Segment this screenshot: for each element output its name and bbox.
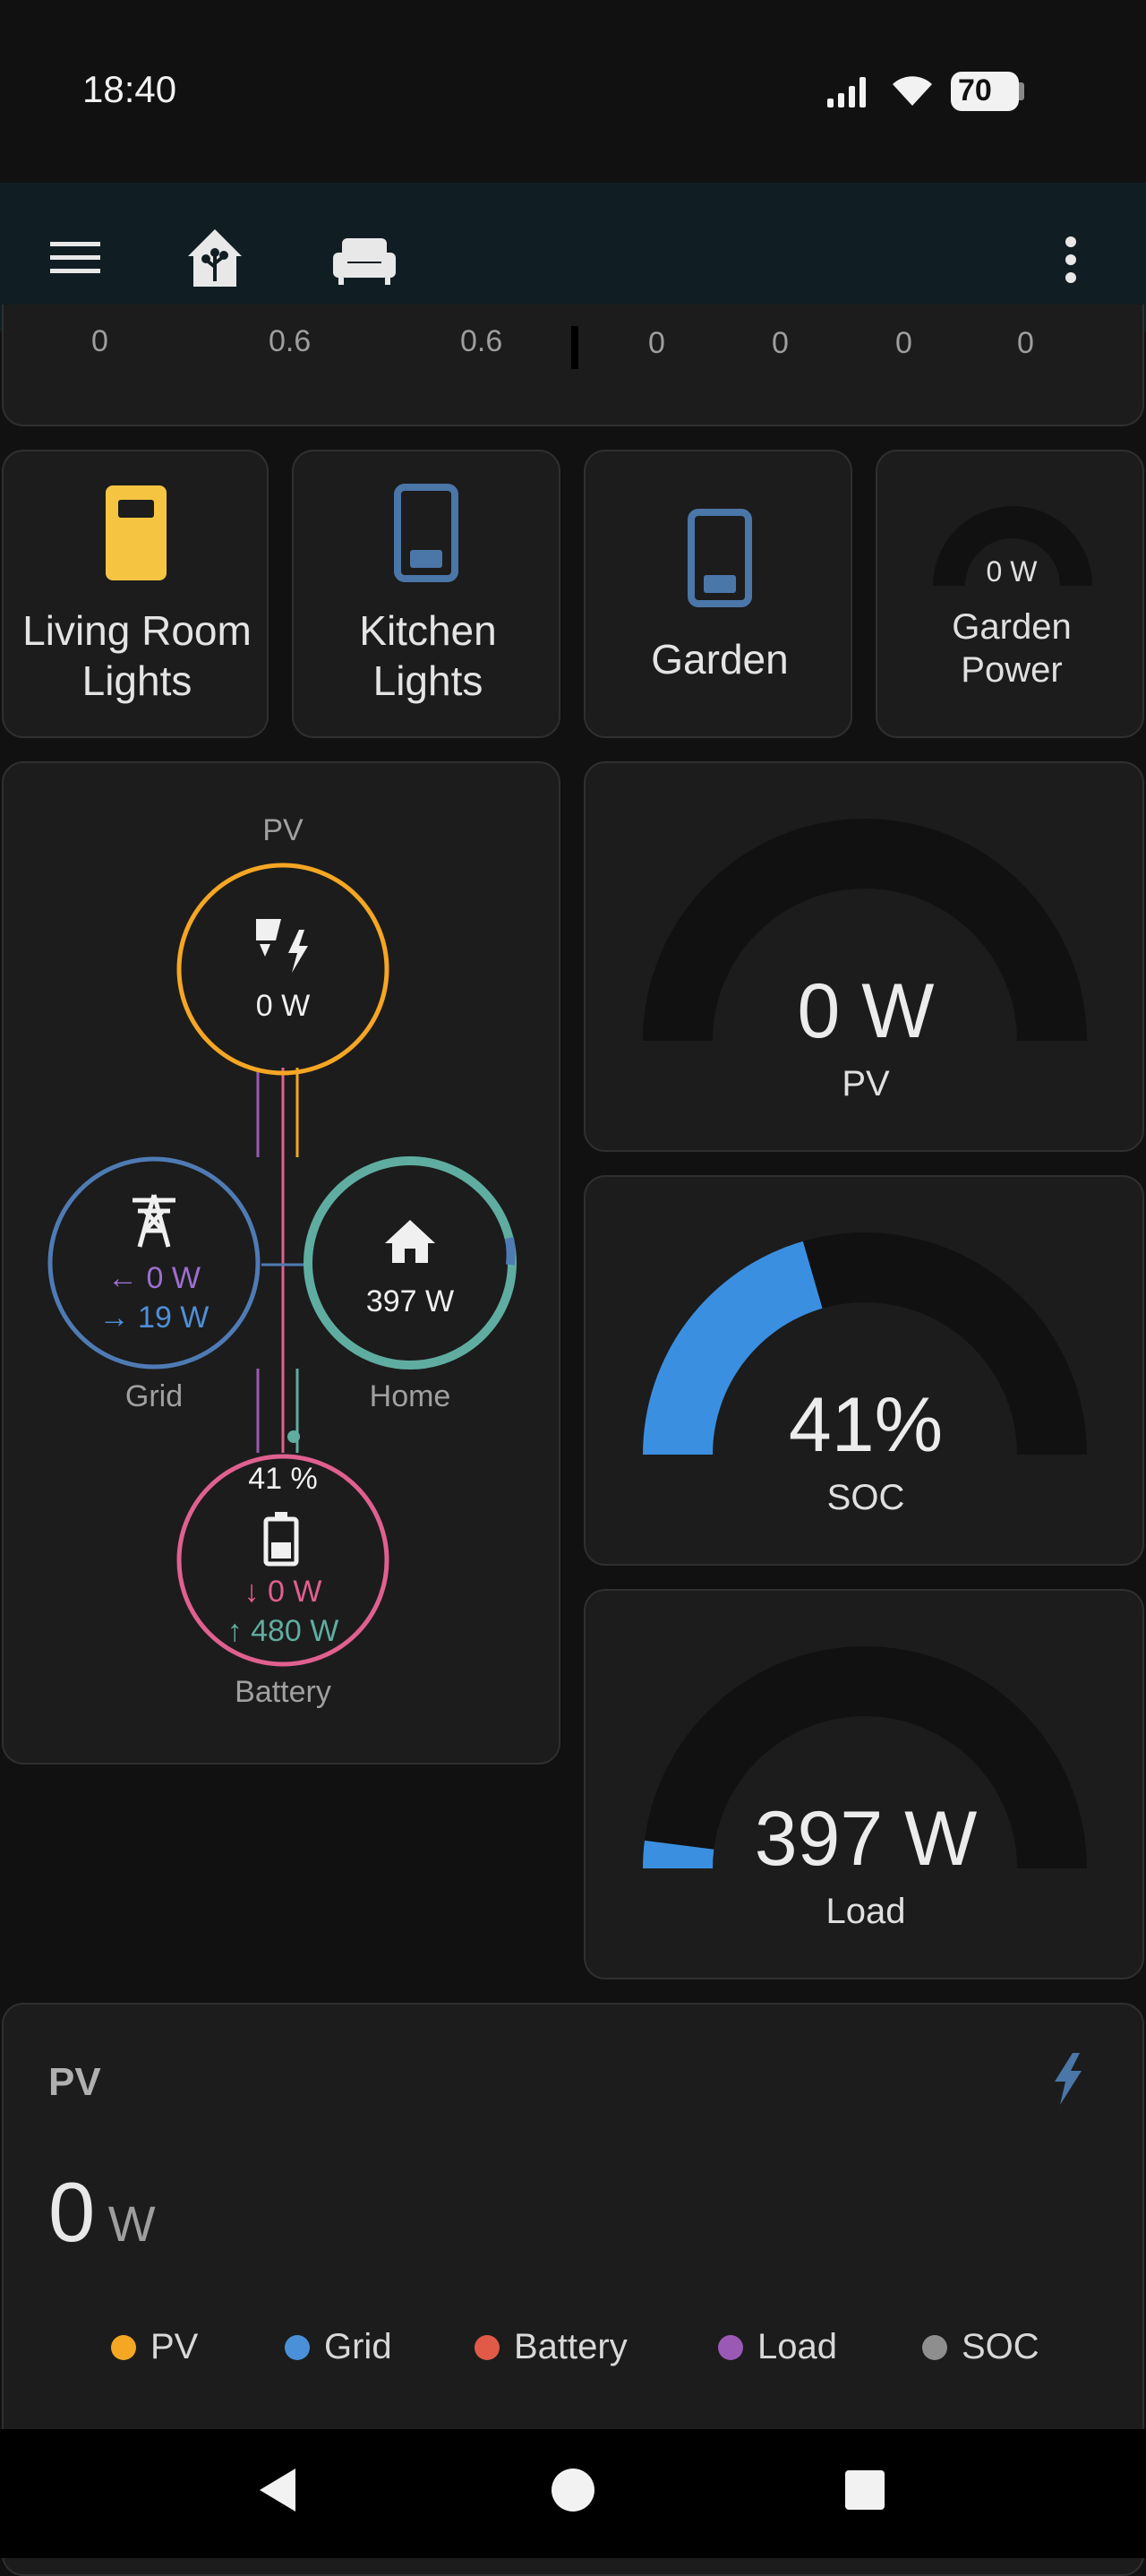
battery-discharge: ↓ 0 W (244, 1575, 322, 1609)
tile-label: Kitchen Lights (359, 607, 497, 704)
more-vert-icon[interactable] (1060, 235, 1082, 285)
power-flow-card: PV 0 W ← 0 W → 19 W Grid 397 W Home 41 %… (2, 761, 560, 1765)
legend-dot (922, 2334, 947, 2360)
tile-label: Living Room Lights (22, 607, 252, 704)
legend-item-battery[interactable]: Battery (475, 2327, 628, 2367)
switch-on-icon (106, 485, 167, 580)
legend-item-grid[interactable]: Grid (285, 2327, 392, 2367)
gauge-label: PV (842, 1064, 890, 1103)
tile-garden-power[interactable]: 0 W Garden Power (876, 450, 1144, 738)
legend-dot (285, 2334, 310, 2360)
status-bar: 18:40 70 (0, 0, 1146, 183)
sofa-icon[interactable] (333, 235, 396, 285)
home-nav-icon[interactable] (552, 2469, 594, 2512)
solar-power-icon (256, 919, 308, 973)
value-cell: 0.6 (269, 324, 312, 358)
system-nav-bar (0, 2429, 1146, 2558)
signal-icon (827, 77, 866, 107)
value-cell: 0 (91, 324, 108, 358)
value-cell: 0 (895, 326, 912, 360)
switch-off-icon (394, 484, 458, 582)
pv-node-value: 0 W (255, 989, 311, 1023)
battery-node-label: Battery (235, 1675, 331, 1709)
battery-tip (1019, 82, 1024, 100)
back-icon[interactable] (256, 2465, 299, 2515)
gauge-value: 397 W (754, 1796, 978, 1882)
home-node-label: Home (369, 1379, 451, 1413)
wifi-icon (893, 76, 932, 106)
gauge-card-load[interactable]: 397 W Load (584, 1589, 1144, 1979)
tile-kitchen-lights[interactable]: Kitchen Lights (292, 450, 560, 738)
switch-off-icon (688, 509, 752, 607)
battery-status-icon: 70 (951, 72, 1019, 111)
home-icon (385, 1220, 435, 1263)
gauge-card-pv[interactable]: 0 W PV (584, 761, 1144, 1152)
gauge-card-soc[interactable]: 41% SOC (584, 1175, 1144, 1566)
menu-icon[interactable] (50, 240, 100, 276)
legend-item-soc[interactable]: SOC (922, 2327, 1039, 2367)
legend-dot (475, 2334, 500, 2360)
status-time: 18:40 (82, 68, 177, 110)
legend-item-load[interactable]: Load (718, 2327, 837, 2367)
battery-icon (263, 1512, 299, 1567)
gauge-value: 0 W (986, 555, 1038, 588)
legend-dot (111, 2334, 136, 2360)
gauge-value: 0 W (797, 968, 935, 1054)
value-cell: 0 (772, 326, 789, 360)
recents-icon[interactable] (845, 2470, 885, 2510)
battery-charge: ↑ 480 W (227, 1614, 339, 1648)
grid-import: ← 0 W (107, 1261, 201, 1295)
value-cell: 0 (1017, 326, 1034, 360)
tile-label: Garden Power (952, 607, 1072, 690)
lightning-bolt-icon (1055, 2053, 1082, 2105)
home-node-value: 397 W (365, 1284, 455, 1318)
legend-dot (718, 2334, 743, 2360)
gauge-value: 41% (788, 1382, 944, 1468)
top-values-card: 0 0.6 0.6 0 0 0 0 (2, 305, 1144, 426)
gauge-label: Load (825, 1892, 906, 1931)
divider (571, 326, 578, 369)
value-cell: 0 (648, 326, 665, 360)
gauge-label: SOC (826, 1478, 905, 1517)
pv-node-label: PV (262, 813, 304, 847)
tile-living-room-lights[interactable]: Living Room Lights (2, 450, 269, 738)
card-title: PV (48, 2060, 101, 2104)
battery-soc: 41 % (248, 1462, 318, 1496)
transmission-tower-icon (133, 1194, 175, 1248)
tile-label: Garden (651, 636, 789, 683)
home-assistant-icon[interactable] (186, 228, 244, 290)
tile-garden[interactable]: Garden (584, 450, 852, 738)
grid-export: → 19 W (98, 1301, 210, 1335)
value-cell: 0.6 (460, 324, 503, 358)
pv-current-value: 0 W (48, 2165, 156, 2259)
legend-item-pv[interactable]: PV (111, 2327, 198, 2367)
grid-node-label: Grid (124, 1379, 184, 1413)
